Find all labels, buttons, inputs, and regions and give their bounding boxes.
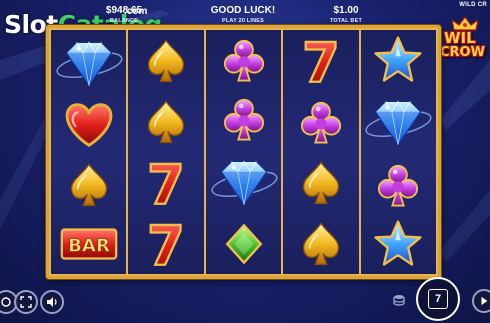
diamond-icon bbox=[56, 41, 123, 87]
club-icon bbox=[378, 164, 419, 207]
speaker-icon bbox=[47, 297, 57, 307]
reel-2: 7 7 bbox=[128, 30, 204, 278]
coin-stack-icon[interactable] bbox=[392, 293, 406, 307]
seven-icon: 7 bbox=[146, 213, 186, 278]
reel-frame: BAR 7 7 7 bbox=[46, 25, 441, 279]
diamond-symbol bbox=[206, 149, 281, 215]
bar-icon: BAR bbox=[60, 228, 118, 260]
club-symbol bbox=[361, 155, 436, 214]
club-symbol bbox=[206, 89, 281, 148]
star-icon bbox=[374, 36, 422, 82]
autoplay-count: 7 bbox=[428, 289, 448, 309]
info-icon bbox=[1, 297, 11, 307]
balance-display: $948.65 BALANCE bbox=[96, 5, 152, 24]
club-icon bbox=[223, 39, 264, 82]
diamond-icon bbox=[365, 100, 432, 147]
balance-label: BALANCE bbox=[109, 18, 139, 24]
spade-symbol bbox=[128, 91, 203, 152]
diamond-symbol bbox=[51, 30, 126, 96]
star-icon bbox=[374, 220, 422, 267]
lines-text: PLAY 20 LINES bbox=[221, 18, 265, 24]
club-icon bbox=[223, 98, 264, 141]
club-icon bbox=[300, 101, 341, 143]
reel-3 bbox=[205, 30, 282, 274]
spade-symbol bbox=[283, 152, 358, 213]
green-diamond-icon bbox=[225, 223, 262, 265]
next-button[interactable] bbox=[472, 289, 490, 313]
seven-symbol: 7 bbox=[283, 30, 358, 95]
bet-display[interactable]: $1.00 TOTAL BET bbox=[320, 5, 372, 24]
sound-button[interactable] bbox=[40, 290, 64, 314]
svg-text:7: 7 bbox=[147, 153, 185, 216]
game-title-small: WILD CR bbox=[459, 2, 487, 8]
spade-icon bbox=[302, 221, 340, 265]
seven-symbol: 7 bbox=[128, 213, 203, 278]
spade-icon bbox=[148, 38, 185, 82]
reel-5 bbox=[360, 30, 437, 274]
club-symbol bbox=[283, 91, 358, 152]
balance-value: $948.65 bbox=[105, 5, 143, 16]
seven-icon: 7 bbox=[301, 30, 341, 95]
wild-crown-logo: WIL CROW bbox=[440, 17, 490, 65]
spade-symbol bbox=[128, 30, 203, 91]
bar-symbol: BAR bbox=[51, 215, 126, 274]
club-symbol bbox=[206, 30, 281, 89]
spade-symbol bbox=[51, 155, 126, 214]
message-display: GOOD LUCK! PLAY 20 LINES bbox=[203, 5, 283, 24]
reel-4: 7 bbox=[283, 30, 359, 274]
svg-text:BAR: BAR bbox=[68, 236, 110, 257]
seven-icon: 7 bbox=[146, 152, 186, 217]
status-message: GOOD LUCK! bbox=[210, 5, 276, 16]
fullscreen-button[interactable] bbox=[14, 290, 38, 314]
spade-symbol bbox=[283, 213, 358, 274]
autoplay-spin-button[interactable]: 7 bbox=[416, 277, 460, 321]
game-logo-line2: CROW bbox=[440, 45, 485, 60]
bet-value: $1.00 bbox=[333, 5, 359, 16]
svg-text:7: 7 bbox=[302, 31, 340, 94]
play-arrow-icon bbox=[481, 296, 488, 306]
spade-icon bbox=[302, 160, 340, 204]
spade-icon bbox=[70, 163, 107, 207]
fullscreen-icon bbox=[20, 296, 32, 308]
reels-area: BAR 7 7 7 bbox=[51, 30, 437, 278]
spade-icon bbox=[148, 99, 185, 143]
star-symbol bbox=[361, 30, 436, 89]
heart-icon bbox=[65, 102, 113, 147]
diamond-symbol bbox=[361, 89, 436, 155]
seven-symbol: 7 bbox=[128, 152, 203, 217]
svg-text:7: 7 bbox=[147, 214, 185, 277]
bet-label: TOTAL BET bbox=[329, 18, 363, 24]
green-diamond-symbol bbox=[206, 215, 281, 274]
star-symbol bbox=[361, 215, 436, 274]
reel-1: BAR bbox=[51, 30, 127, 274]
heart-symbol bbox=[51, 96, 126, 155]
diamond-icon bbox=[210, 160, 278, 206]
